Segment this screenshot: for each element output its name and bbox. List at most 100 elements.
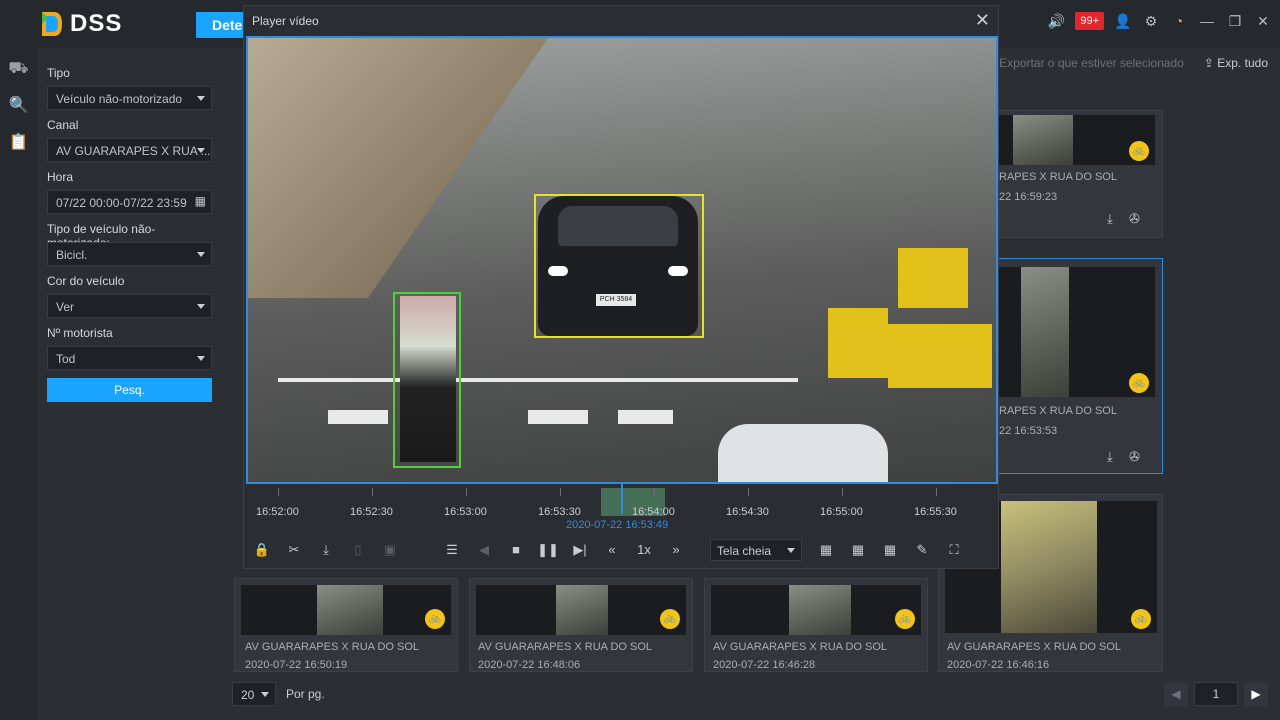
close-icon[interactable]: ✕	[975, 10, 990, 31]
speed-up-icon[interactable]: »	[665, 539, 687, 561]
chevron-down-icon	[197, 356, 205, 361]
current-timestamp: 2020-07-22 16:53:49	[566, 519, 669, 531]
app-logo: DSS	[40, 10, 122, 38]
timeline-cursor[interactable]	[621, 484, 623, 514]
timeline-label: 16:53:30	[538, 506, 581, 518]
minimize-icon[interactable]: —	[1198, 12, 1216, 30]
tipo-select[interactable]: Veículo não-motorizado	[47, 86, 212, 110]
previous-frame-icon[interactable]: ◀	[473, 539, 495, 561]
thumbnail: 🚲	[476, 585, 686, 635]
speed-label: 1x	[637, 542, 651, 557]
traffic-barrier	[898, 248, 968, 308]
card-time: 2020-07-22 16:46:16	[947, 659, 1050, 671]
card-channel: AV GUARARAPES X RUA DO SOL	[478, 641, 653, 653]
player-dialog: Player vídeo ✕ PCH 3584 16:52:00 16:52:3…	[243, 5, 999, 569]
result-card[interactable]: 🚲 AV GUARARAPES X RUA DO SOL 2020-07-22 …	[469, 578, 693, 672]
video-view[interactable]: PCH 3584	[246, 36, 998, 484]
search-records-icon[interactable]: 🔍	[0, 87, 37, 124]
tipo-value: Veículo não-motorizado	[56, 92, 183, 106]
export-selected-button[interactable]: Exportar o que estiver selecionado	[999, 56, 1184, 70]
lock-icon[interactable]: 🔒	[251, 539, 273, 561]
cor-select[interactable]: Ver	[47, 294, 212, 318]
screen-mode-select[interactable]: Tela cheia	[710, 539, 802, 561]
card-channel: AV GUARARAPES X RUA DO SOL	[245, 641, 420, 653]
hora-value: 07/22 00:00-07/22 23:59	[56, 196, 187, 210]
canal-select[interactable]: AV GUARARAPES X RUA ...	[47, 138, 212, 162]
track-icon[interactable]: ✇	[1129, 449, 1140, 465]
motorista-select[interactable]: Tod	[47, 346, 212, 370]
chevron-down-icon	[197, 148, 205, 153]
grid-3x3-icon[interactable]: ▦	[847, 539, 869, 561]
result-card[interactable]: 🚲 RAPES X RUA DO SOL 22 16:59:23 ⤓ ✇	[988, 110, 1163, 238]
bicycle-icon: 🚲	[425, 609, 445, 629]
gear-icon[interactable]: ⚙	[1142, 12, 1160, 30]
restore-icon[interactable]: ❐	[1226, 12, 1244, 30]
card-channel: AV GUARARAPES X RUA DO SOL	[947, 641, 1122, 653]
dss-logo-icon	[40, 10, 64, 38]
calendar-icon[interactable]: ▦	[195, 194, 206, 208]
tipo-label: Tipo	[47, 66, 70, 80]
chevron-down-icon	[787, 548, 795, 553]
tipo-veiculo-value: Bicicl.	[56, 248, 88, 262]
clipboard-icon[interactable]: 📋	[0, 124, 37, 161]
card-time: 22 16:53:53	[999, 425, 1058, 437]
next-frame-icon[interactable]: ▶|	[569, 539, 591, 561]
left-rail: ⛟ 🔍 📋	[0, 48, 37, 720]
bicycle-icon: 🚲	[660, 609, 680, 629]
download-icon[interactable]: ⤓	[315, 539, 337, 561]
result-card[interactable]: 🚲 AV GUARARAPES X RUA DO SOL 2020-07-22 …	[234, 578, 458, 672]
timeline-label: 16:54:30	[726, 506, 769, 518]
grid-4x4-icon[interactable]: ▦	[879, 539, 901, 561]
track-icon[interactable]: ✇	[1129, 211, 1140, 227]
timeline[interactable]: 16:52:00 16:52:30 16:53:00 16:53:30 16:5…	[246, 484, 998, 534]
edit-icon[interactable]: ✎	[911, 539, 933, 561]
download-icon[interactable]: ⤓	[1107, 211, 1113, 227]
vehicle-detection-box	[534, 194, 704, 338]
alarm-badge[interactable]: 99+	[1075, 12, 1104, 30]
card-time: 22 16:59:23	[999, 191, 1058, 203]
canal-value: AV GUARARAPES X RUA ...	[56, 144, 211, 158]
hora-label: Hora	[47, 170, 74, 184]
download-icon[interactable]: ⤓	[1107, 449, 1113, 465]
motorista-label: Nº motorista	[47, 326, 113, 340]
export-all-label: Exp. tudo	[1217, 56, 1268, 70]
previous-page-button[interactable]: ◀	[1164, 682, 1188, 706]
close-icon[interactable]: ✕	[1254, 12, 1272, 30]
card-time: 2020-07-22 16:50:19	[245, 659, 348, 671]
hora-picker[interactable]: 07/22 00:00-07/22 23:59 ▦	[47, 190, 212, 214]
export-icon: ⇪	[1203, 56, 1218, 70]
stop-icon[interactable]: ■	[505, 539, 527, 561]
card-time: 2020-07-22 16:48:06	[478, 659, 581, 671]
timeline-label: 16:55:00	[820, 506, 863, 518]
user-icon[interactable]: 👤	[1114, 12, 1132, 30]
search-button[interactable]: Pesq.	[47, 378, 212, 402]
slow-down-icon[interactable]: «	[601, 539, 623, 561]
grid-2x2-icon[interactable]: ▦	[815, 539, 837, 561]
export-all-button[interactable]: ⇪ Exp. tudo	[1204, 56, 1268, 70]
cor-label: Cor do veículo	[47, 274, 125, 288]
chevron-down-icon	[197, 96, 205, 101]
chevron-down-icon	[197, 304, 205, 309]
tag-icon[interactable]: ▯	[347, 539, 369, 561]
tipo-veiculo-select[interactable]: Bicicl.	[47, 242, 212, 266]
thumbnail: 🚲	[995, 267, 1155, 397]
bicycle-icon: 🚲	[1129, 141, 1149, 161]
per-page-select[interactable]: 20	[232, 682, 276, 706]
next-page-button[interactable]: ▶	[1244, 682, 1268, 706]
pause-icon[interactable]: ❚❚	[537, 539, 559, 561]
bicycle-icon: 🚲	[1131, 609, 1151, 629]
timeline-label: 16:55:30	[914, 506, 957, 518]
page-number-input[interactable]: 1	[1194, 682, 1238, 706]
speaker-icon[interactable]: 🔊	[1047, 12, 1065, 30]
scissors-icon[interactable]: ✂	[283, 539, 305, 561]
tipo-veiculo-label: Tipo de veículo não-motorizado:	[47, 222, 156, 250]
fullscreen-icon[interactable]: ⛶	[943, 539, 965, 561]
result-card[interactable]: 🚲 AV GUARARAPES X RUA DO SOL 2020-07-22 …	[704, 578, 928, 672]
gauge-icon[interactable]: ◔	[1170, 12, 1188, 30]
vehicle-icon[interactable]: ⛟	[0, 50, 37, 87]
result-card-selected[interactable]: 🚲 RAPES X RUA DO SOL 22 16:53:53 ⤓ ✇	[988, 258, 1163, 474]
cyclist-detection-box	[393, 292, 461, 468]
timeline-label: 16:52:30	[350, 506, 393, 518]
snapshot-icon[interactable]: ▣	[379, 539, 401, 561]
settings-icon[interactable]: ☰	[441, 539, 463, 561]
